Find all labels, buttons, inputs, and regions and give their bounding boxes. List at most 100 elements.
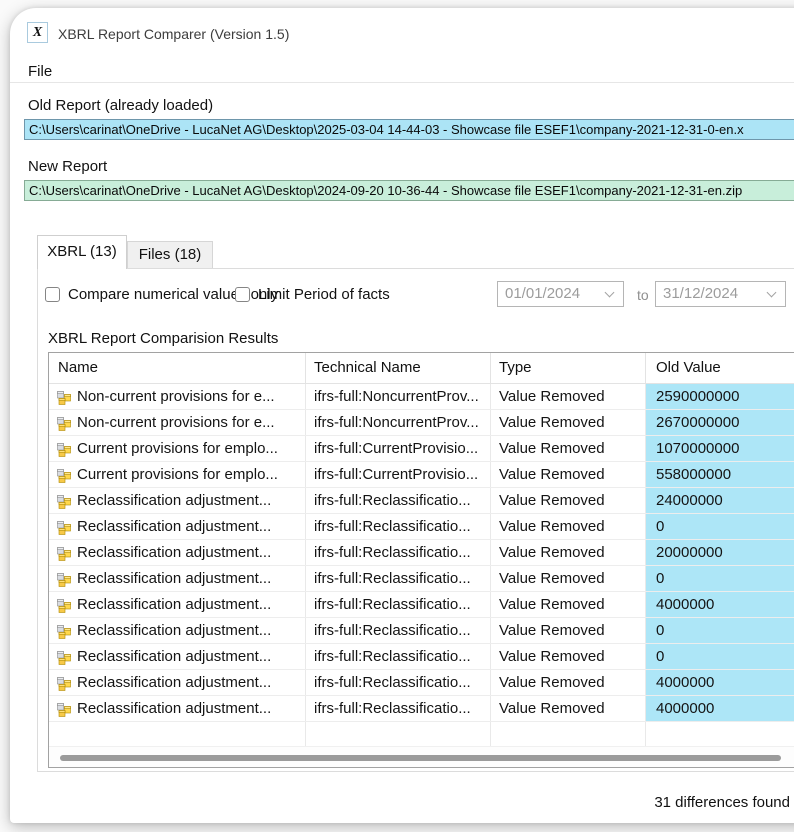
chevron-down-icon	[767, 288, 777, 298]
row-technical-name: ifrs-full:CurrentProvisio...	[306, 462, 491, 487]
xbrl-fact-cubes-icon	[56, 545, 72, 561]
old-report-path-field[interactable]: C:\Users\carinat\OneDrive - LucaNet AG\D…	[24, 119, 794, 140]
column-header-old-value[interactable]: Old Value	[646, 353, 794, 383]
table-row[interactable]: Reclassification adjustment... ifrs-full:…	[49, 644, 794, 670]
period-to-combobox[interactable]: 31/12/2024	[655, 281, 786, 307]
table-row[interactable]: Reclassification adjustment... ifrs-full:…	[49, 514, 794, 540]
period-from-combobox[interactable]: 01/01/2024	[497, 281, 624, 307]
row-old-value: 4000000	[646, 592, 794, 617]
window-title: XBRL Report Comparer (Version 1.5)	[58, 26, 289, 42]
row-name: Non-current provisions for e...	[77, 384, 275, 409]
table-row[interactable]: Reclassification adjustment... ifrs-full:…	[49, 566, 794, 592]
row-name: Reclassification adjustment...	[77, 670, 271, 695]
row-type: Value Removed	[491, 592, 646, 617]
xbrl-fact-cubes-icon	[56, 701, 72, 717]
row-type: Value Removed	[491, 566, 646, 591]
table-row[interactable]: Reclassification adjustment... ifrs-full:…	[49, 670, 794, 696]
horizontal-scrollbar-thumb[interactable]	[60, 755, 781, 761]
table-row[interactable]: Reclassification adjustment... ifrs-full:…	[49, 592, 794, 618]
row-name: Reclassification adjustment...	[77, 488, 271, 513]
row-technical-name: ifrs-full:Reclassificatio...	[306, 566, 491, 591]
row-type: Value Removed	[491, 514, 646, 539]
new-report-label: New Report	[28, 158, 107, 175]
menu-divider	[10, 82, 794, 83]
horizontal-scrollbar[interactable]	[49, 746, 794, 767]
row-type: Value Removed	[491, 618, 646, 643]
row-technical-name: ifrs-full:Reclassificatio...	[306, 644, 491, 669]
tab-files[interactable]: Files (18)	[127, 241, 213, 269]
row-old-value: 4000000	[646, 670, 794, 695]
row-technical-name: ifrs-full:Reclassificatio...	[306, 514, 491, 539]
column-header-technical-name[interactable]: Technical Name	[306, 353, 491, 383]
xbrl-fact-cubes-icon	[56, 389, 72, 405]
row-technical-name: ifrs-full:Reclassificatio...	[306, 592, 491, 617]
row-technical-name: ifrs-full:Reclassificatio...	[306, 540, 491, 565]
table-header: Name Technical Name Type Old Value	[49, 353, 794, 384]
xbrl-fact-cubes-icon	[56, 675, 72, 691]
row-technical-name: ifrs-full:Reclassificatio...	[306, 670, 491, 695]
limit-period-label: Limit Period of facts	[258, 286, 390, 303]
xbrl-fact-cubes-icon	[56, 493, 72, 509]
new-report-path-field[interactable]: C:\Users\carinat\OneDrive - LucaNet AG\D…	[24, 180, 794, 201]
row-old-value: 20000000	[646, 540, 794, 565]
tab-xbrl[interactable]: XBRL (13)	[37, 235, 127, 269]
column-header-name[interactable]: Name	[49, 353, 306, 383]
row-old-value: 0	[646, 618, 794, 643]
row-technical-name: ifrs-full:NoncurrentProv...	[306, 384, 491, 409]
app-window: X XBRL Report Comparer (Version 1.5) Fil…	[10, 8, 794, 823]
xbrl-fact-cubes-icon	[56, 597, 72, 613]
row-old-value: 2590000000	[646, 384, 794, 409]
table-row[interactable]: Current provisions for emplo... ifrs-full…	[49, 436, 794, 462]
row-type: Value Removed	[491, 462, 646, 487]
results-rows: Non-current provisions for e... ifrs-full…	[49, 384, 794, 722]
column-header-type[interactable]: Type	[491, 353, 646, 383]
results-table: Name Technical Name Type Old Value Non-c…	[48, 352, 794, 768]
row-name: Reclassification adjustment...	[77, 592, 271, 617]
results-title: XBRL Report Comparision Results	[48, 330, 278, 347]
row-type: Value Removed	[491, 436, 646, 461]
compare-numerical-checkbox[interactable]	[45, 287, 60, 302]
row-name: Reclassification adjustment...	[77, 644, 271, 669]
title-bar: X XBRL Report Comparer (Version 1.5)	[10, 8, 794, 52]
row-old-value: 24000000	[646, 488, 794, 513]
row-technical-name: ifrs-full:CurrentProvisio...	[306, 436, 491, 461]
table-row[interactable]: Non-current provisions for e... ifrs-full…	[49, 410, 794, 436]
row-name: Reclassification adjustment...	[77, 514, 271, 539]
status-differences-found: 31 differences found	[654, 794, 790, 811]
row-type: Value Removed	[491, 540, 646, 565]
row-name: Reclassification adjustment...	[77, 618, 271, 643]
app-icon: X	[27, 22, 48, 43]
period-from-value: 01/01/2024	[505, 285, 580, 302]
row-name: Reclassification adjustment...	[77, 540, 271, 565]
empty-row	[49, 722, 794, 746]
row-old-value: 558000000	[646, 462, 794, 487]
limit-period-checkbox[interactable]	[235, 287, 250, 302]
row-old-value: 2670000000	[646, 410, 794, 435]
row-type: Value Removed	[491, 644, 646, 669]
table-row[interactable]: Non-current provisions for e... ifrs-full…	[49, 384, 794, 410]
table-row[interactable]: Reclassification adjustment... ifrs-full:…	[49, 488, 794, 514]
menu-file[interactable]: File	[28, 60, 58, 84]
xbrl-fact-cubes-icon	[56, 649, 72, 665]
table-row[interactable]: Reclassification adjustment... ifrs-full:…	[49, 540, 794, 566]
row-old-value: 0	[646, 566, 794, 591]
table-row[interactable]: Current provisions for emplo...ifrs-full…	[49, 462, 794, 488]
xbrl-fact-cubes-icon	[56, 441, 72, 457]
row-name: Current provisions for emplo...	[77, 436, 278, 461]
xbrl-fact-cubes-icon	[56, 467, 72, 483]
table-row[interactable]: Reclassification adjustment...ifrs-full:…	[49, 696, 794, 722]
limit-period-group: Limit Period of facts	[235, 286, 390, 303]
row-type: Value Removed	[491, 670, 646, 695]
table-row[interactable]: Reclassification adjustment... ifrs-full:…	[49, 618, 794, 644]
xbrl-fact-cubes-icon	[56, 571, 72, 587]
row-technical-name: ifrs-full:Reclassificatio...	[306, 618, 491, 643]
row-old-value: 0	[646, 644, 794, 669]
row-technical-name: ifrs-full:NoncurrentProv...	[306, 410, 491, 435]
row-name: Non-current provisions for e...	[77, 410, 275, 435]
row-type: Value Removed	[491, 488, 646, 513]
row-name: Reclassification adjustment...	[77, 566, 271, 591]
row-technical-name: ifrs-full:Reclassificatio...	[306, 488, 491, 513]
row-old-value: 4000000	[646, 696, 794, 721]
period-to-label: to	[637, 287, 649, 303]
row-type: Value Removed	[491, 410, 646, 435]
